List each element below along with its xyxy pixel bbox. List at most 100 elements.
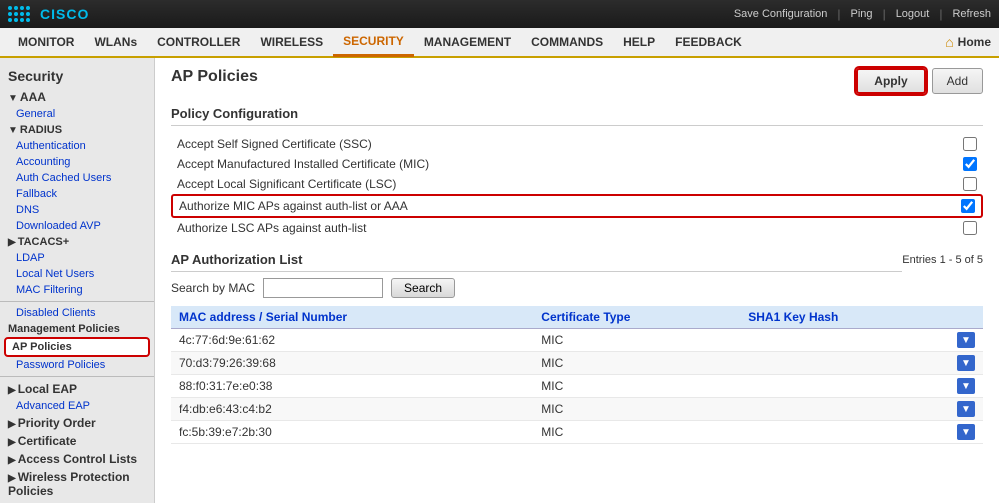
table-row: 88:f0:31:7e:e0:38 MIC ▼ <box>171 375 983 398</box>
policy-checkbox-mic[interactable] <box>963 157 977 171</box>
cell-cert-type: MIC <box>533 329 740 352</box>
row-select-button[interactable]: ▼ <box>957 332 975 348</box>
auth-list-header: AP Authorization List Entries 1 - 5 of 5 <box>171 252 983 272</box>
sidebar-aaa-group[interactable]: ▼AAA <box>0 88 154 106</box>
row-select-button[interactable]: ▼ <box>957 378 975 394</box>
policy-row-authorize-mic: Authorize MIC APs against auth-list or A… <box>171 194 983 218</box>
cell-cert-type: MIC <box>533 352 740 375</box>
policy-checkbox-ssc[interactable] <box>963 137 977 151</box>
sidebar-certificate-group[interactable]: ▶Certificate <box>0 432 154 450</box>
row-select-button[interactable]: ▼ <box>957 355 975 371</box>
nav-controller[interactable]: CONTROLLER <box>147 29 250 55</box>
search-input[interactable] <box>263 278 383 298</box>
sidebar-item-dns[interactable]: DNS <box>0 202 154 218</box>
policy-label-mic: Accept Manufactured Installed Certificat… <box>177 157 955 171</box>
cell-sha1 <box>740 329 949 352</box>
cell-mac: f4:db:e6:43:c4:b2 <box>171 398 533 421</box>
sidebar-acl-group[interactable]: ▶Access Control Lists <box>0 450 154 468</box>
cell-action: ▼ <box>949 421 983 444</box>
header-buttons: Apply Add <box>856 68 983 94</box>
home-link[interactable]: ⌂ Home <box>945 34 991 50</box>
cisco-logo-area: CISCO <box>8 6 89 22</box>
sidebar-item-disabled-clients[interactable]: Disabled Clients <box>0 305 154 321</box>
home-icon: ⌂ <box>945 34 953 50</box>
sidebar-local-eap-group[interactable]: ▶Local EAP <box>0 380 154 398</box>
sidebar-item-authentication[interactable]: Authentication <box>0 138 154 154</box>
search-label: Search by MAC <box>171 281 255 295</box>
cell-mac: fc:5b:39:e7:2b:30 <box>171 421 533 444</box>
table-row: 4c:77:6d:9e:61:62 MIC ▼ <box>171 329 983 352</box>
cell-action: ▼ <box>949 398 983 421</box>
cell-mac: 4c:77:6d:9e:61:62 <box>171 329 533 352</box>
nav-help[interactable]: HELP <box>613 29 665 55</box>
row-select-button[interactable]: ▼ <box>957 424 975 440</box>
cell-sha1 <box>740 398 949 421</box>
sidebar-tacacs-group[interactable]: ▶TACACS+ <box>0 234 154 250</box>
policy-label-authorize-lsc: Authorize LSC APs against auth-list <box>177 221 955 235</box>
refresh-link[interactable]: Refresh <box>952 8 991 20</box>
cell-cert-type: MIC <box>533 398 740 421</box>
page-title: AP Policies <box>171 68 258 86</box>
apply-button[interactable]: Apply <box>856 68 925 94</box>
sidebar-title: Security <box>0 62 154 88</box>
row-select-button[interactable]: ▼ <box>957 401 975 417</box>
nav-wlans[interactable]: WLANs <box>84 29 147 55</box>
search-row: Search by MAC Search <box>171 278 983 298</box>
cell-action: ▼ <box>949 352 983 375</box>
content-header: AP Policies Apply Add <box>171 68 983 94</box>
policy-checkbox-authorize-mic[interactable] <box>961 199 975 213</box>
ping-link[interactable]: Ping <box>851 8 873 20</box>
nav-wireless[interactable]: WIRELESS <box>250 29 333 55</box>
cell-cert-type: MIC <box>533 375 740 398</box>
col-action <box>949 306 983 329</box>
policy-row-lsc: Accept Local Significant Certificate (LS… <box>171 174 983 194</box>
sidebar-wpp-group[interactable]: ▶Wireless Protection Policies <box>0 468 154 500</box>
table-row: 70:d3:79:26:39:68 MIC ▼ <box>171 352 983 375</box>
nav-security[interactable]: SECURITY <box>333 28 414 57</box>
sidebar-radius-group[interactable]: ▼RADIUS <box>0 122 154 138</box>
policy-config-section: Policy Configuration Accept Self Signed … <box>171 106 983 238</box>
auth-list-section: AP Authorization List Entries 1 - 5 of 5… <box>171 252 983 444</box>
policy-label-lsc: Accept Local Significant Certificate (LS… <box>177 177 955 191</box>
sidebar-item-general[interactable]: General <box>0 106 154 122</box>
cell-mac: 70:d3:79:26:39:68 <box>171 352 533 375</box>
sidebar: Security ▼AAA General ▼RADIUS Authentica… <box>0 58 155 503</box>
policy-checkbox-lsc[interactable] <box>963 177 977 191</box>
add-button[interactable]: Add <box>932 68 983 94</box>
search-button[interactable]: Search <box>391 278 455 298</box>
sidebar-item-mac-filtering[interactable]: MAC Filtering <box>0 282 154 298</box>
sidebar-priority-order-group[interactable]: ▶Priority Order <box>0 414 154 432</box>
policy-row-authorize-lsc: Authorize LSC APs against auth-list <box>171 218 983 238</box>
navbar: MONITOR WLANs CONTROLLER WIRELESS SECURI… <box>0 28 999 58</box>
nav-commands[interactable]: COMMANDS <box>521 29 613 55</box>
sidebar-item-fallback[interactable]: Fallback <box>0 186 154 202</box>
nav-management[interactable]: MANAGEMENT <box>414 29 521 55</box>
sidebar-item-accounting[interactable]: Accounting <box>0 154 154 170</box>
sidebar-item-downloaded-avp[interactable]: Downloaded AVP <box>0 218 154 234</box>
table-header-row: MAC address / Serial Number Certificate … <box>171 306 983 329</box>
policy-row-ssc: Accept Self Signed Certificate (SSC) <box>171 134 983 154</box>
cell-action: ▼ <box>949 375 983 398</box>
main-layout: Security ▼AAA General ▼RADIUS Authentica… <box>0 58 999 503</box>
nav-monitor[interactable]: MONITOR <box>8 29 84 55</box>
sidebar-item-local-net-users[interactable]: Local Net Users <box>0 266 154 282</box>
logout-link[interactable]: Logout <box>896 8 930 20</box>
sidebar-item-ap-policies[interactable]: AP Policies <box>4 337 150 357</box>
auth-list-title: AP Authorization List <box>171 252 902 272</box>
save-configuration-link[interactable]: Save Configuration <box>734 8 828 20</box>
policy-label-authorize-mic: Authorize MIC APs against auth-list or A… <box>179 199 953 213</box>
sidebar-item-management-policies[interactable]: Management Policies <box>0 321 154 337</box>
policy-checkbox-authorize-lsc[interactable] <box>963 221 977 235</box>
cisco-dots <box>8 6 30 22</box>
nav-feedback[interactable]: FEEDBACK <box>665 29 752 55</box>
sidebar-item-advanced-eap[interactable]: Advanced EAP <box>0 398 154 414</box>
sidebar-item-ldap[interactable]: LDAP <box>0 250 154 266</box>
col-sha1: SHA1 Key Hash <box>740 306 949 329</box>
entries-count: Entries 1 - 5 of 5 <box>902 254 983 270</box>
policy-row-mic: Accept Manufactured Installed Certificat… <box>171 154 983 174</box>
sidebar-item-auth-cached-users[interactable]: Auth Cached Users <box>0 170 154 186</box>
cell-cert-type: MIC <box>533 421 740 444</box>
table-row: f4:db:e6:43:c4:b2 MIC ▼ <box>171 398 983 421</box>
cell-sha1 <box>740 375 949 398</box>
sidebar-item-password-policies[interactable]: Password Policies <box>0 357 154 373</box>
